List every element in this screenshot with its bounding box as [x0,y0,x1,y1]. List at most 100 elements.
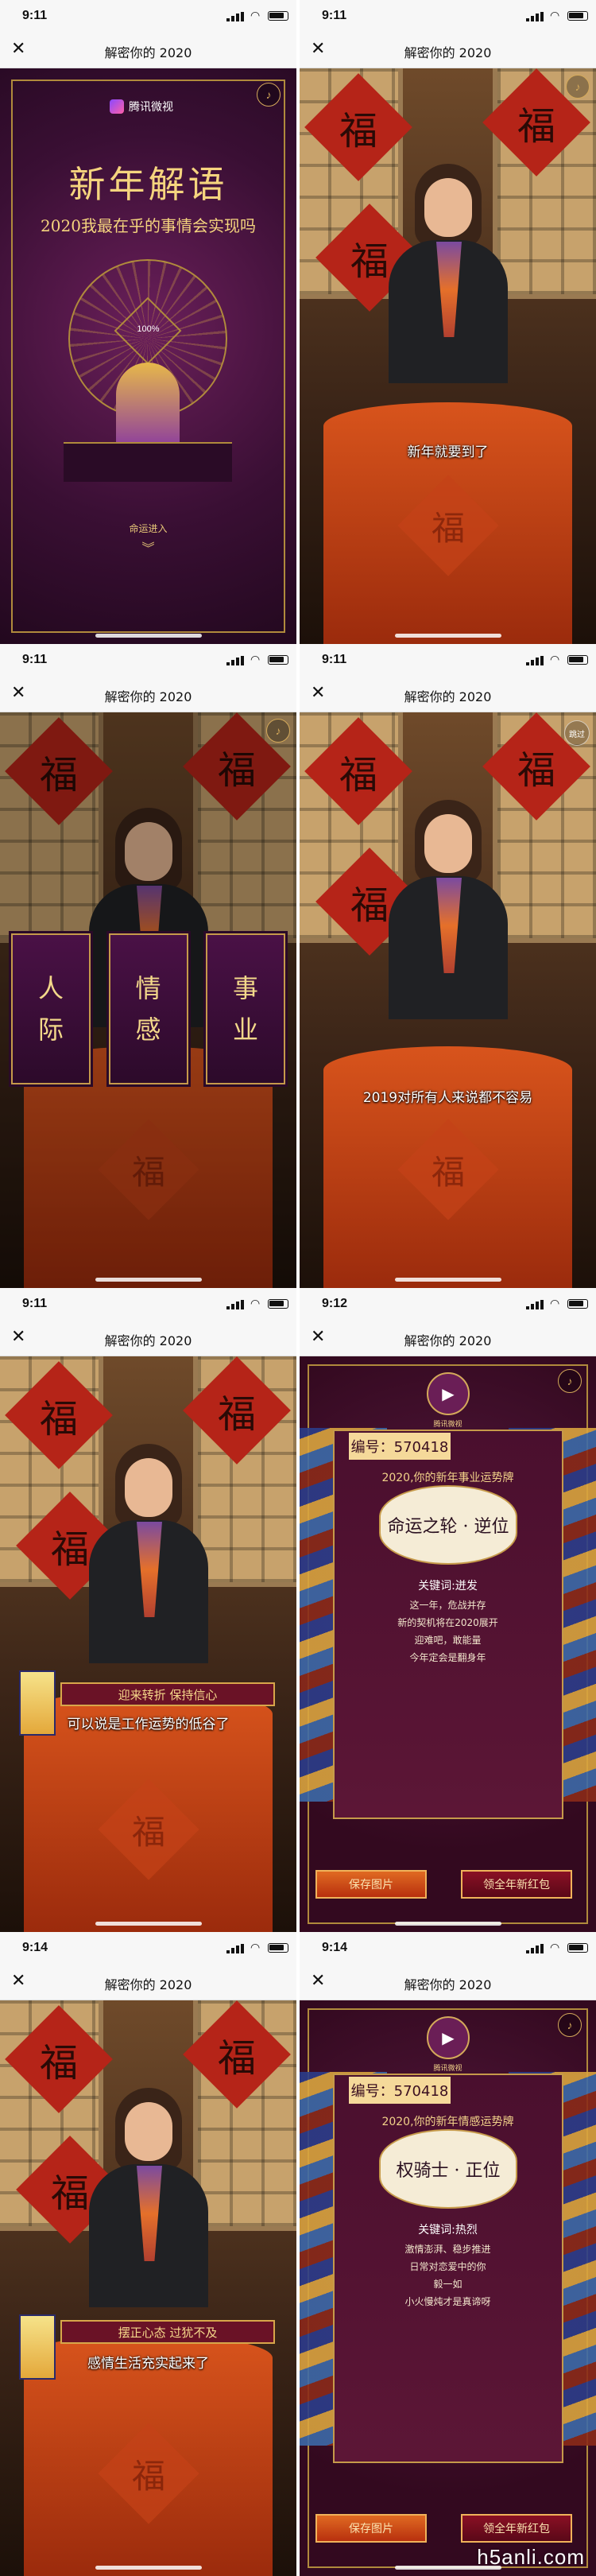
card-char-2: 际 [37,1014,64,1045]
status-bar: 9:11 ◠ [300,644,596,676]
nav-bar: ✕ 解密你的 2020 [0,1964,296,2000]
card-char-1: 情 [135,973,161,1003]
screen-video-2019: 9:11 ◠ ✕ 解密你的 2020 福 福 福 福 2019对所有人来说都不容… [300,644,596,1288]
presenter [89,2088,208,2318]
video-background: 福 福 福 福 [0,2000,296,2576]
video-content: 福 福 福 福 摆正心态 过犹不及 感情生活充实起来了 [0,2000,296,2576]
nav-bar: ✕ 解密你的 2020 [300,1320,596,1356]
music-icon[interactable]: ♪ [558,1369,582,1393]
wifi-icon: ◠ [550,653,560,665]
result-year-text: 2020,你的新年事业运势牌 [381,1472,514,1484]
status-time: 9:11 [22,653,48,666]
status-time: 9:14 [322,1941,348,1954]
status-bar: 9:14 ◠ [0,1932,296,1964]
status-bar: 9:11 ◠ [0,1288,296,1320]
battery-icon [567,655,588,665]
subtitle-caption: 可以说是工作运势的低谷了 [67,1717,230,1732]
battery-icon [567,1943,588,1953]
home-indicator [95,634,202,638]
result-line: 这一年，危战并存 [409,1600,486,1611]
music-icon[interactable]: ♪ [257,83,281,107]
page-title: 解密你的 2020 [104,689,192,704]
screen-video-career: 9:11 ◠ ✕ 解密你的 2020 福 福 福 福 迎来转折 保持信心 可以说… [0,1288,296,1932]
status-time: 9:12 [322,1297,348,1310]
skip-button[interactable]: 跳过 [564,720,590,746]
card-name: 权骑士 · 正位 [379,2129,517,2209]
card-char-1: 人 [37,973,64,1003]
save-image-button[interactable]: 保存图片 [315,2514,427,2543]
result-line: 新的契机将在2020展开 [397,1617,498,1628]
result-line: 今年定会是翻身年 [409,1652,486,1663]
chevron-down-icon[interactable]: ︾ [0,537,296,557]
signal-icon [226,12,246,21]
presenter [389,164,508,386]
category-card-career[interactable]: 事业 [206,933,285,1084]
result-line: 激情澎湃、稳步推进 [404,2244,491,2255]
signal-icon [526,1944,545,1953]
nav-bar: ✕ 解密你的 2020 [300,32,596,68]
nav-bar: ✕ 解密你的 2020 [0,676,296,712]
signal-icon [526,12,545,21]
battery-icon [567,11,588,21]
watermark: h5anli.com [477,2545,585,2569]
app-logo: 腾讯微视 [110,99,173,114]
wifi-icon: ◠ [250,1297,261,1309]
red-packet-button[interactable]: 领全年新红包 [461,2514,572,2543]
page-title: 解密你的 2020 [104,1333,192,1348]
home-indicator [95,2566,202,2570]
music-icon[interactable]: ♪ [558,2013,582,2037]
wifi-icon: ◠ [550,1297,560,1309]
category-card-relationships[interactable]: 人际 [11,933,91,1084]
wifi-icon: ◠ [550,1941,560,1953]
video-content: 福 福 福 人际 情感 事业 ♪ [0,712,296,1288]
splash-content: ♪ 腾讯微视 新年解语 2020我最在乎的事情会实现吗 100% 命运进入 ︾ [0,68,296,644]
signal-icon [226,1944,246,1953]
logo-text: 腾讯微视 [129,101,173,114]
result-background: ▶ 腾讯微视 编号：570418 2020,你的新年情感运势牌 权骑士 · 正位… [300,2000,596,2576]
screen-video-love: 9:14 ◠ ✕ 解密你的 2020 福 福 福 福 摆正心态 过犹不及 感情生… [0,1932,296,2576]
signal-icon [526,656,545,665]
music-icon[interactable]: ♪ [266,719,290,743]
screen-result-career: 9:12 ◠ ✕ 解密你的 2020 ▶ 腾讯微视 编号：570418 2020… [300,1288,596,1932]
page-title: 解密你的 2020 [404,45,492,60]
category-cards: 人际 情感 事业 [11,933,285,1084]
signal-icon [226,1300,246,1309]
page-title: 解密你的 2020 [104,1977,192,1992]
status-bar: 9:14 ◠ [300,1932,596,1964]
video-content: 福 福 福 福 迎来转折 保持信心 可以说是工作运势的低谷了 [0,1356,296,1932]
result-line: 毅一如 [433,2279,462,2290]
save-image-button[interactable]: 保存图片 [315,1870,427,1899]
card-char-2: 感 [135,1014,161,1045]
nav-bar: ✕ 解密你的 2020 [0,32,296,68]
home-indicator [394,1278,501,1282]
status-bar: 9:11 ◠ [300,0,596,32]
result-code: 编号：570418 [349,2077,451,2104]
result-content: ▶ 腾讯微视 编号：570418 2020,你的新年事业运势牌 命运之轮 · 逆… [300,1356,596,1932]
red-packet-button[interactable]: 领全年新红包 [461,1870,572,1899]
enter-label[interactable]: 命运进入 [0,522,296,535]
card-char-1: 事 [232,973,258,1003]
screen-video-intro: 9:11 ◠ ✕ 解密你的 2020 福 福 福 福 新年就要到了 ♪ [300,0,596,644]
home-indicator [394,634,501,638]
page-title: 解密你的 2020 [404,689,492,704]
fortune-banner: 迎来转折 保持信心 [60,1682,275,1706]
music-icon[interactable]: ♪ [566,75,590,99]
subtitle-caption: 感情生活充实起来了 [87,2356,209,2372]
video-content: 福 福 福 福 2019对所有人来说都不容易 跳过 [300,712,596,1288]
signal-icon [226,656,246,665]
result-line: 迎难吧，敢能量 [414,1635,482,1646]
result-year-text: 2020,你的新年情感运势牌 [381,2116,514,2128]
brand-label: 腾讯微视 [433,1421,462,1429]
loading-percent: 100% [137,324,160,334]
fortune-teller-figure [116,363,180,450]
card-name: 命运之轮 · 逆位 [379,1485,517,1565]
home-indicator [95,1278,202,1282]
play-icon: ▶ [427,1372,470,1415]
status-bar: 9:11 ◠ [0,0,296,32]
status-bar: 9:11 ◠ [0,644,296,676]
splash-background: ♪ 腾讯微视 新年解语 2020我最在乎的事情会实现吗 100% 命运进入 ︾ [0,68,296,644]
category-card-love[interactable]: 情感 [108,933,188,1084]
status-time: 9:11 [22,1297,48,1310]
result-code: 编号：570418 [349,1433,451,1460]
page-title: 解密你的 2020 [404,1977,492,1992]
